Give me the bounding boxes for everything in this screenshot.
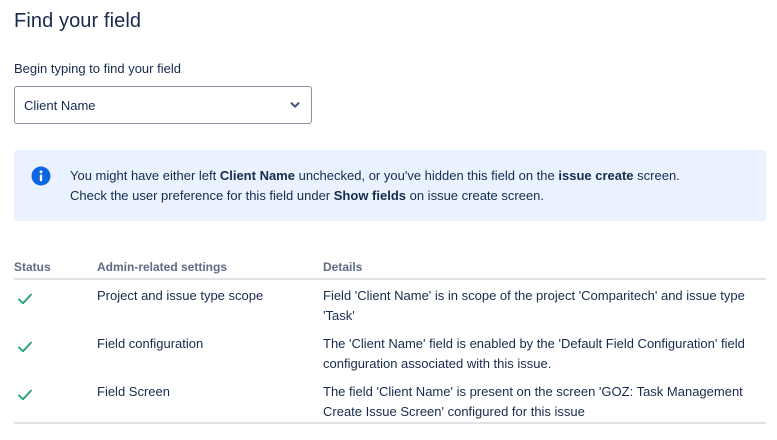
status-cell [14,279,97,328]
setting-cell: Field Screen [97,376,323,424]
check-icon [17,292,33,306]
status-cell [14,328,97,376]
table-row: Field configuration The 'Client Name' fi… [14,328,766,376]
info-banner-line-2: Check the user preference for this field… [70,186,760,206]
banner-text-segment: on issue create screen. [406,188,545,203]
banner-text-segment: Check the user preference for this field… [70,188,334,203]
check-icon [17,388,33,402]
banner-screen-name: issue create [558,168,634,183]
details-cell: Field 'Client Name' is in scope of the p… [323,288,745,323]
info-banner: You might have either left Client Name u… [14,150,766,221]
banner-field-name: Client Name [219,168,295,183]
setting-cell: Project and issue type scope [97,288,264,303]
details-cell: The 'Client Name' field is enabled by th… [323,336,745,371]
field-status-table: Status Admin-related settings Details Pr… [14,256,766,424]
table-header-row: Status Admin-related settings Details [14,256,766,280]
page-title: Find your field [14,10,142,32]
field-select-value: Client Name [24,97,96,113]
info-banner-message: You might have either left Client Name u… [70,166,760,206]
setting-cell: Field configuration [97,336,204,351]
field-select[interactable]: Client Name [14,86,312,124]
details-cell: The field 'Client Name' is present on th… [323,376,766,424]
banner-text-segment: You might have either left [70,168,220,183]
info-banner-line-1: You might have either left Client Name u… [70,166,760,186]
header-admin-settings: Admin-related settings [97,256,323,280]
banner-text-segment: unchecked, or you've hidden this field o… [294,168,559,183]
status-cell [14,376,97,424]
header-status: Status [14,256,97,280]
banner-text-segment: screen. [633,168,680,183]
field-search-label: Begin typing to find your field [14,61,181,76]
chevron-down-icon[interactable] [289,99,301,111]
table-row: Project and issue type scope Field 'Clie… [14,279,766,328]
check-icon [17,340,33,354]
table-row: Field Screen The field 'Client Name' is … [14,376,766,424]
header-details: Details [323,256,766,280]
banner-show-fields: Show fields [333,188,406,203]
info-icon [31,166,51,186]
